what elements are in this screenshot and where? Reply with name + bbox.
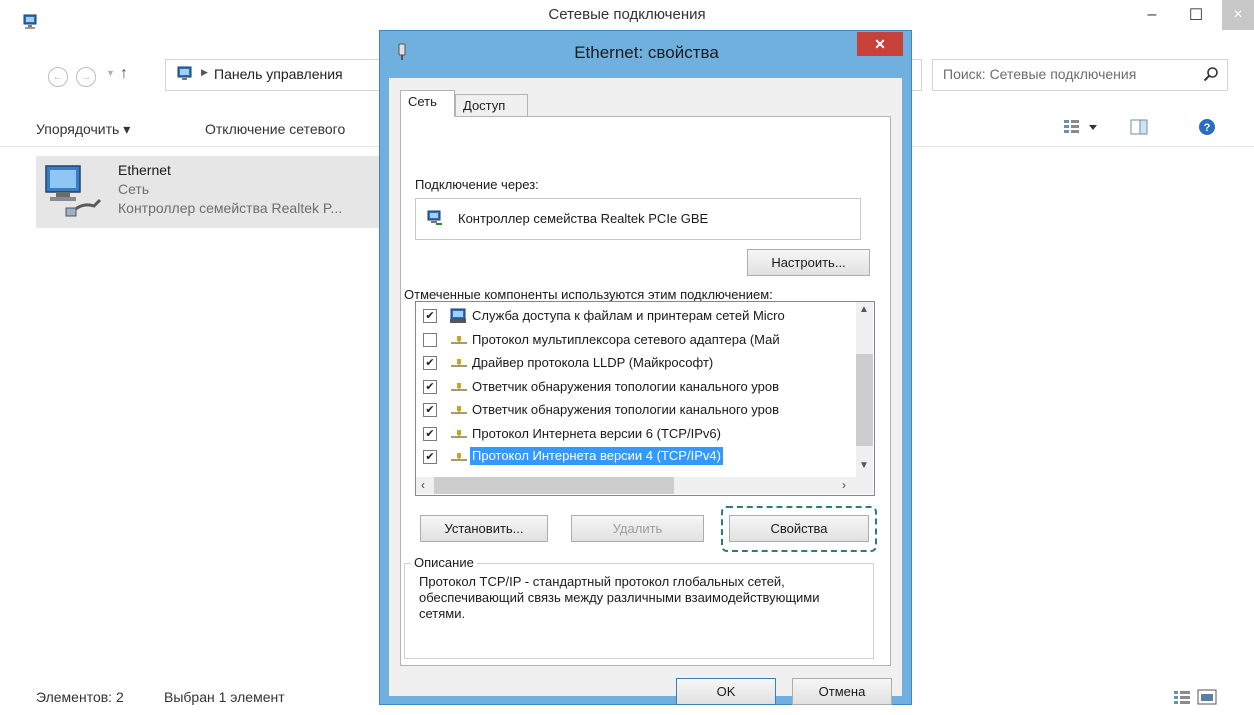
dialog-title: Ethernet: свойства [574, 43, 719, 62]
network-adapter-icon [427, 210, 442, 225]
properties-focus-frame [721, 506, 877, 552]
explorer-title: Сетевые подключения [548, 6, 706, 23]
component-row[interactable]: ✔ Ответчик обнаружения топологии канально… [416, 399, 856, 423]
selected-count: Выбран 1 элемент [164, 689, 285, 705]
protocol-icon [451, 453, 467, 461]
connection-name: Ethernet [118, 162, 171, 178]
recent-locations-icon[interactable]: ▼ [106, 68, 115, 78]
component-label: Служба доступа к файлам и принтерам сете… [472, 308, 785, 323]
component-checkbox[interactable] [423, 332, 437, 347]
horizontal-scrollbar[interactable]: ‹ › [416, 477, 873, 494]
preview-pane-icon[interactable] [1130, 118, 1148, 136]
scroll-down-icon[interactable]: ▼ [859, 460, 869, 471]
tab-sharing[interactable]: Доступ [455, 94, 528, 118]
component-row[interactable]: ✔ Служба доступа к файлам и принтерам сет… [416, 305, 856, 329]
connection-adapter: Контроллер семейства Realtek P... [118, 200, 343, 216]
breadcrumb[interactable]: Панель управления [214, 66, 343, 82]
component-checkbox[interactable]: ✔ [423, 379, 437, 394]
change-view-icon[interactable] [1062, 118, 1098, 136]
adapter-name: Контроллер семейства Realtek PCIe GBE [458, 211, 709, 226]
description-title: Описание [411, 555, 477, 570]
tab-network[interactable]: Сеть [400, 90, 455, 117]
protocol-icon [451, 359, 467, 367]
maximize-button[interactable]: ☐ [1176, 0, 1216, 30]
component-row[interactable]: ✔ Протокол Интернета версии 4 (TCP/IPv4) [416, 446, 856, 470]
horizontal-scroll-thumb[interactable] [434, 477, 674, 494]
back-icon[interactable]: ← [48, 67, 68, 87]
component-checkbox[interactable]: ✔ [423, 450, 437, 464]
ethernet-properties-dialog: Ethernet: свойства ✕ Сеть Доступ Подключ… [379, 30, 912, 705]
dialog-body: Сеть Доступ Подключение через: Контролле… [389, 78, 902, 705]
component-checkbox[interactable]: ✔ [423, 309, 437, 323]
install-button[interactable]: Установить... [420, 515, 548, 542]
close-button[interactable]: × [1222, 0, 1254, 30]
search-input[interactable]: Поиск: Сетевые подключения [932, 59, 1228, 91]
up-icon[interactable]: ↑ [120, 65, 128, 83]
search-placeholder: Поиск: Сетевые подключения [943, 66, 1137, 82]
component-row[interactable]: Протокол мультиплексора сетевого адаптер… [416, 329, 856, 353]
connect-using-label: Подключение через: [415, 177, 539, 192]
ok-button[interactable]: OK [676, 678, 776, 705]
vertical-scrollbar[interactable]: ▲ ▼ [856, 302, 873, 477]
component-label: Протокол Интернета версии 6 (TCP/IPv6) [472, 425, 721, 441]
component-row[interactable]: ✔ Ответчик обнаружения топологии канально… [416, 376, 856, 400]
component-row[interactable]: ✔ Протокол Интернета версии 6 (TCP/IPv6) [416, 423, 856, 447]
components-label: Отмеченные компоненты используются этим … [404, 287, 773, 302]
component-label: Протокол мультиплексора сетевого адаптер… [472, 331, 780, 347]
component-row[interactable]: ✔ Драйвер протокола LLDP (Майкрософт) [416, 352, 856, 376]
help-icon[interactable]: ? [1198, 118, 1216, 136]
organize-button[interactable]: Упорядочить ▾ [36, 121, 130, 138]
protocol-icon [451, 406, 467, 414]
components-list-rows: ✔ Служба доступа к файлам и принтерам сет… [416, 305, 856, 470]
protocol-icon [451, 382, 467, 391]
search-icon[interactable] [1203, 66, 1219, 82]
vertical-scroll-thumb[interactable] [856, 354, 873, 446]
view-toggle-icons [1174, 689, 1217, 705]
scroll-left-icon[interactable]: ‹ [421, 478, 425, 492]
cancel-button[interactable]: Отмена [792, 678, 892, 705]
component-label: Ответчик обнаружения топологии канальног… [472, 402, 780, 417]
large-icons-view-icon[interactable] [1197, 689, 1217, 705]
description-text: Протокол TCP/IP - стандартный протокол г… [419, 574, 820, 621]
configure-button[interactable]: Настроить... [747, 249, 870, 276]
uninstall-button[interactable]: Удалить [571, 515, 704, 542]
component-checkbox[interactable]: ✔ [423, 403, 437, 417]
svg-text:?: ? [1204, 122, 1211, 134]
component-label: Ответчик обнаружения топологии канальног… [472, 378, 780, 394]
components-list: ✔ Служба доступа к файлам и принтерам сет… [415, 301, 875, 496]
component-checkbox[interactable]: ✔ [423, 356, 437, 370]
control-panel-icon [177, 66, 192, 80]
protocol-icon [451, 429, 467, 438]
ethernet-connection-item[interactable]: Ethernet Сеть Контроллер семейства Realt… [36, 156, 392, 228]
details-view-icon[interactable] [1174, 691, 1190, 704]
scroll-right-icon[interactable]: › [842, 478, 846, 492]
scroll-up-icon[interactable]: ▲ [859, 304, 869, 315]
component-checkbox[interactable]: ✔ [423, 426, 437, 441]
forward-icon[interactable]: → [76, 67, 96, 87]
minimize-button[interactable]: – [1132, 0, 1172, 30]
network-tab-panel: Подключение через: Контроллер семейства … [400, 116, 891, 666]
protocol-icon [451, 335, 467, 344]
chevron-right-icon[interactable]: ▶ [201, 67, 208, 78]
component-label: Протокол Интернета версии 4 (TCP/IPv4) [470, 447, 723, 465]
connection-network: Сеть [118, 181, 150, 197]
dialog-close-button[interactable]: ✕ [857, 32, 903, 56]
items-count: Элементов: 2 [36, 689, 124, 705]
adapter-field: Контроллер семейства Realtek PCIe GBE [415, 198, 861, 240]
component-label: Драйвер протокола LLDP (Майкрософт) [472, 355, 714, 370]
ethernet-adapter-icon [45, 165, 102, 217]
disable-network-device-button[interactable]: Отключение сетевого [205, 121, 345, 137]
service-icon [450, 308, 466, 323]
